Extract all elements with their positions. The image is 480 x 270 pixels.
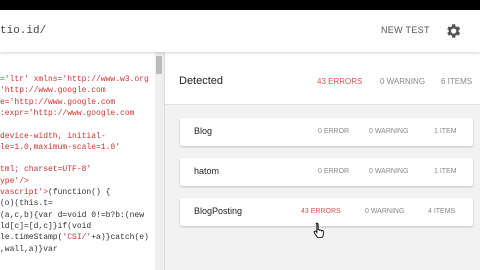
total-errors: 43 ERRORS <box>317 77 363 86</box>
code-string: ype'/> <box>0 176 29 186</box>
top-bar: tio.id/ NEW TEST <box>0 10 480 52</box>
code-editor[interactable]: ='ltr' xmlns='http://www.w3.org 'http://w… <box>0 52 163 270</box>
result-card-hatom[interactable]: hatom 0 ERROR 0 WARNING 1 ITEM <box>180 158 473 186</box>
code-scrollbar[interactable] <box>155 52 164 270</box>
code-line: e='http://www.google.com <box>0 98 115 107</box>
code-line: le=1.0,maximum-scale=1.0' <box>0 143 120 152</box>
code-string: 'CSI/' <box>62 233 92 243</box>
result-card-blogposting[interactable]: BlogPosting 43 ERRORS 0 WARNING 4 ITEMS <box>180 198 473 226</box>
card-errors: 43 ERRORS <box>301 208 341 215</box>
card-warnings: 0 WARNING <box>369 128 409 135</box>
detected-header[interactable]: Detected 43 ERRORS 0 WARNING 6 ITEMS <box>165 52 480 105</box>
code-text: (function() { <box>48 188 111 197</box>
code-line: ='ltr' xmlns='http://www.w3.org <box>0 75 149 84</box>
code-text: le.timeStamp( <box>0 233 63 243</box>
total-items: 6 ITEMS <box>441 77 473 86</box>
code-string: vascript'> <box>0 188 49 197</box>
card-name: hatom <box>194 166 220 176</box>
code-line: ld[c]=[d,c]}if(void <box>0 222 91 231</box>
code-string: tml; charset=UTF-8' <box>0 165 92 175</box>
code-line: (a,c,b){var d=void 0!=b?b:(new <box>0 211 144 220</box>
url-field[interactable]: tio.id/ <box>0 25 46 37</box>
code-line: (o)(this.t= <box>0 199 53 208</box>
card-warnings: 0 WARNING <box>369 168 409 175</box>
code-line: ype'/> <box>0 177 29 186</box>
code-string: e='http://www.google.com <box>0 97 116 107</box>
detected-title: Detected <box>179 75 224 87</box>
result-card-blog[interactable]: Blog 0 ERROR 0 WARNING 1 ITEM <box>180 118 473 146</box>
code-string: ='ltr' xmlns='http://www.w3.org <box>0 75 149 84</box>
card-errors: 0 ERROR <box>318 168 350 175</box>
card-items: 1 ITEM <box>434 168 457 175</box>
code-text: +a)}catch(e) <box>91 233 149 243</box>
gear-icon[interactable] <box>444 22 462 40</box>
app-window: tio.id/ NEW TEST ='ltr' xmlns='http://ww… <box>0 10 480 270</box>
total-warnings: 0 WARNING <box>380 77 426 86</box>
card-name: Blog <box>194 126 213 136</box>
code-text: ,wall,a)}var <box>0 244 58 254</box>
scrollbar-thumb[interactable] <box>156 56 162 74</box>
code-line: 'http://www.google.com <box>0 86 106 95</box>
card-name: BlogPosting <box>194 206 243 216</box>
code-text: ld[c]=[d,c]}if(void <box>0 221 92 231</box>
card-items: 4 ITEMS <box>428 208 456 215</box>
code-line: le.timeStamp('CSI/'+a)}catch(e) <box>0 233 149 242</box>
code-line: tml; charset=UTF-8' <box>0 165 91 174</box>
code-line: device-width, initial- <box>0 132 106 141</box>
card-errors: 0 ERROR <box>318 128 350 135</box>
card-warnings: 0 WARNING <box>365 208 405 215</box>
new-test-button[interactable]: NEW TEST <box>381 25 430 35</box>
code-string: device-width, initial- <box>0 131 106 141</box>
code-line: vascript'>(function() { <box>0 188 110 197</box>
code-line: :expr='http://www.google.com <box>0 109 134 118</box>
code-string: le=1.0,maximum-scale=1.0' <box>0 142 121 152</box>
code-string: :expr='http://www.google.com <box>0 108 135 118</box>
card-items: 1 ITEM <box>434 128 457 135</box>
code-text: (a,c,b){var d=void 0!=b?b:(new <box>0 210 145 220</box>
code-text: (o)(this.t= <box>0 199 53 209</box>
code-string: 'http://www.google.com <box>0 86 106 96</box>
code-line: ,wall,a)}var <box>0 245 58 254</box>
hand-cursor-icon <box>313 222 324 238</box>
